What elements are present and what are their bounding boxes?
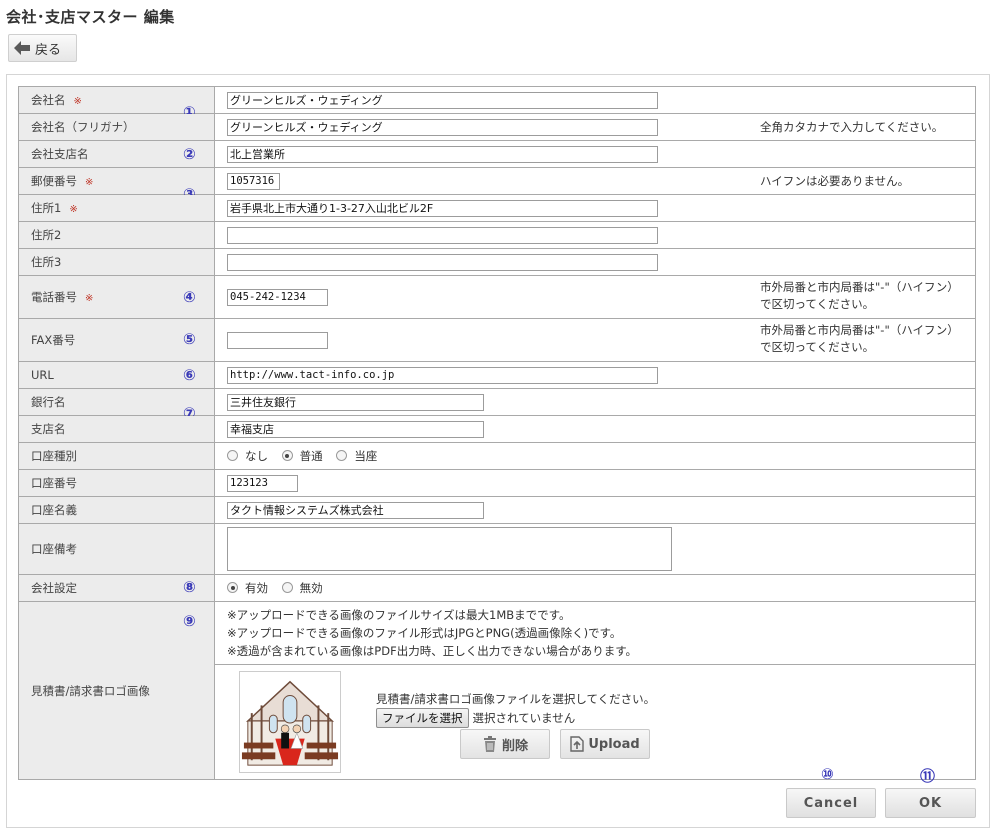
label-fax: FAX番号 — [31, 333, 76, 347]
cancel-button[interactable]: Cancel — [786, 788, 876, 818]
label-company-setting: 会社設定 — [31, 581, 77, 595]
required-mark: ※ — [85, 293, 94, 304]
upload-prompt: 見積書/請求書ロゴ画像ファイルを選択してください。 — [376, 692, 656, 706]
fax-input[interactable] — [227, 331, 328, 349]
label-address3: 住所3 — [31, 255, 62, 269]
fax-note-line2: で区切ってください。 — [760, 340, 875, 354]
url-input[interactable]: http://www.tact-info.co.jp — [227, 366, 658, 384]
arrow-left-icon — [13, 40, 31, 56]
company-kana-input[interactable]: グリーンヒルズ・ウェディング — [227, 118, 658, 136]
page-title: 会社･支店マスター 編集 — [6, 8, 175, 26]
account-type-ordinary-radio[interactable]: 普通 — [281, 448, 323, 464]
bank-branch-input[interactable]: 幸福支店 — [227, 420, 484, 438]
row-bank-name: 銀行名 ⑦ 三井住友銀行 — [18, 388, 976, 422]
row-account-holder: 口座名義 タクト情報システムズ株式会社 — [18, 496, 976, 524]
row-address3: 住所3 — [18, 248, 976, 276]
branch-name-input[interactable]: 北上営業所 — [227, 145, 658, 163]
label-phone: 電話番号 — [31, 290, 77, 304]
postal-note: ハイフンは必要ありません。 — [760, 174, 910, 188]
fax-note-line1: 市外局番と市内局番は"-"（ハイフン） — [760, 323, 959, 337]
logo-preview-image — [239, 671, 341, 773]
delete-button[interactable]: 削除 — [460, 729, 550, 759]
wedding-chapel-image — [240, 672, 340, 772]
upload-icon — [570, 736, 585, 752]
required-mark: ※ — [69, 204, 78, 215]
label-bank-name: 銀行名 — [31, 395, 66, 409]
label-logo: 見積書/請求書ロゴ画像 — [31, 683, 150, 698]
row-postal-code: 郵便番号※ ③ 1057316 ハイフンは必要ありません。 — [18, 167, 976, 203]
label-account-type: 口座種別 — [31, 449, 77, 463]
row-company-kana: 会社名（フリガナ） グリーンヒルズ・ウェディング 全角カタカナで入力してください… — [18, 113, 976, 141]
logo-note-3: ※透過が含まれている画像はPDF出力時、正しく出力できない場合があります。 — [227, 644, 638, 658]
upload-label: Upload — [588, 736, 640, 752]
row-account-number: 口座番号 123123 — [18, 469, 976, 497]
setting-disabled-radio[interactable]: 無効 — [281, 580, 323, 596]
required-mark: ※ — [85, 177, 94, 188]
delete-label: 削除 — [501, 738, 528, 754]
row-company-setting: 会社設定 ⑧ 有効 無効 — [18, 574, 976, 602]
logo-upload-area: 見積書/請求書ロゴ画像ファイルを選択してください。 ファイルを選択 選択されてい… — [215, 664, 975, 779]
marker-9: ⑨ — [183, 612, 196, 630]
marker-2: ② — [183, 145, 196, 163]
marker-10: ⑩ — [821, 765, 834, 783]
choose-file-button[interactable]: ファイルを選択 — [376, 708, 469, 728]
row-account-memo: 口座備考 — [18, 523, 976, 575]
phone-input[interactable]: 045-242-1234 — [227, 288, 328, 306]
label-account-holder: 口座名義 — [31, 503, 77, 517]
label-address2: 住所2 — [31, 228, 62, 242]
row-fax: FAX番号 ⑤ 市外局番と市内局番は"-"（ハイフン） で区切ってください。 — [18, 318, 976, 362]
marker-6: ⑥ — [183, 366, 196, 384]
row-address1: 住所1 ※ 岩手県北上市大通り1-3-27入山北ビル2F — [18, 194, 976, 222]
upload-button[interactable]: Upload — [560, 729, 650, 759]
bank-name-input[interactable]: 三井住友銀行 — [227, 393, 484, 411]
logo-notes: ※アップロードできる画像のファイルサイズは最大1MBまでです。 ※アップロードで… — [227, 602, 975, 664]
row-account-type: 口座種別 なし 普通 当座 — [18, 442, 976, 470]
address1-input[interactable]: 岩手県北上市大通り1-3-27入山北ビル2F — [227, 199, 658, 217]
address3-input[interactable] — [227, 253, 658, 271]
ok-button[interactable]: OK — [885, 788, 976, 818]
back-button-label: 戻る — [35, 42, 62, 58]
marker-5: ⑤ — [183, 330, 196, 348]
label-address1: 住所1 — [31, 201, 62, 215]
row-address2: 住所2 — [18, 221, 976, 249]
address2-input[interactable] — [227, 226, 658, 244]
label-bank-branch: 支店名 — [31, 422, 66, 436]
file-status: 選択されていません — [472, 711, 576, 725]
company-form: 会社名 ※ ① グリーンヒルズ・ウェディング 会社名（フリガナ） グリーンヒルズ・… — [18, 86, 976, 780]
postal-code-input[interactable]: 1057316 — [227, 172, 280, 190]
label-company-name: 会社名 — [31, 93, 66, 107]
marker-8: ⑧ — [183, 578, 196, 596]
label-account-number: 口座番号 — [31, 476, 77, 490]
marker-11: ⑪ — [920, 767, 936, 785]
marker-4: ④ — [183, 288, 196, 306]
company-name-input[interactable]: グリーンヒルズ・ウェディング — [227, 91, 658, 109]
label-company-kana: 会社名（フリガナ） — [31, 120, 135, 134]
row-company-name: 会社名 ※ ① グリーンヒルズ・ウェディング — [18, 86, 976, 121]
account-type-none-radio[interactable]: なし — [227, 448, 268, 464]
phone-note-line1: 市外局番と市内局番は"-"（ハイフン） — [760, 280, 959, 294]
back-button[interactable]: 戻る — [8, 34, 77, 62]
account-number-input[interactable]: 123123 — [227, 474, 298, 492]
row-url: URL ⑥ http://www.tact-info.co.jp — [18, 361, 976, 389]
account-memo-textarea[interactable] — [227, 527, 672, 571]
account-type-current-radio[interactable]: 当座 — [336, 448, 377, 464]
setting-enabled-radio[interactable]: 有効 — [227, 580, 268, 596]
trash-icon — [483, 736, 496, 752]
row-phone: 電話番号 ※ ④ 045-242-1234 市外局番と市内局番は"-"（ハイフン）… — [18, 275, 976, 319]
label-url: URL — [31, 368, 54, 382]
label-postal-code: 郵便番号 — [31, 174, 77, 188]
account-holder-input[interactable]: タクト情報システムズ株式会社 — [227, 501, 484, 519]
row-logo: 見積書/請求書ロゴ画像 ⑨ ※アップロードできる画像のファイルサイズは最大1MB… — [18, 601, 976, 780]
logo-note-1: ※アップロードできる画像のファイルサイズは最大1MBまでです。 — [227, 608, 571, 622]
logo-note-2: ※アップロードできる画像のファイル形式はJPGとPNG(透過画像除く)です。 — [227, 626, 622, 640]
kana-note: 全角カタカナで入力してください。 — [760, 120, 944, 134]
row-branch-name: 会社支店名 ② 北上営業所 — [18, 140, 976, 168]
label-account-memo: 口座備考 — [31, 542, 77, 556]
required-mark: ※ — [73, 96, 82, 107]
label-branch-name: 会社支店名 — [31, 147, 89, 161]
phone-note-line2: で区切ってください。 — [760, 297, 875, 311]
row-bank-branch: 支店名 幸福支店 — [18, 415, 976, 443]
